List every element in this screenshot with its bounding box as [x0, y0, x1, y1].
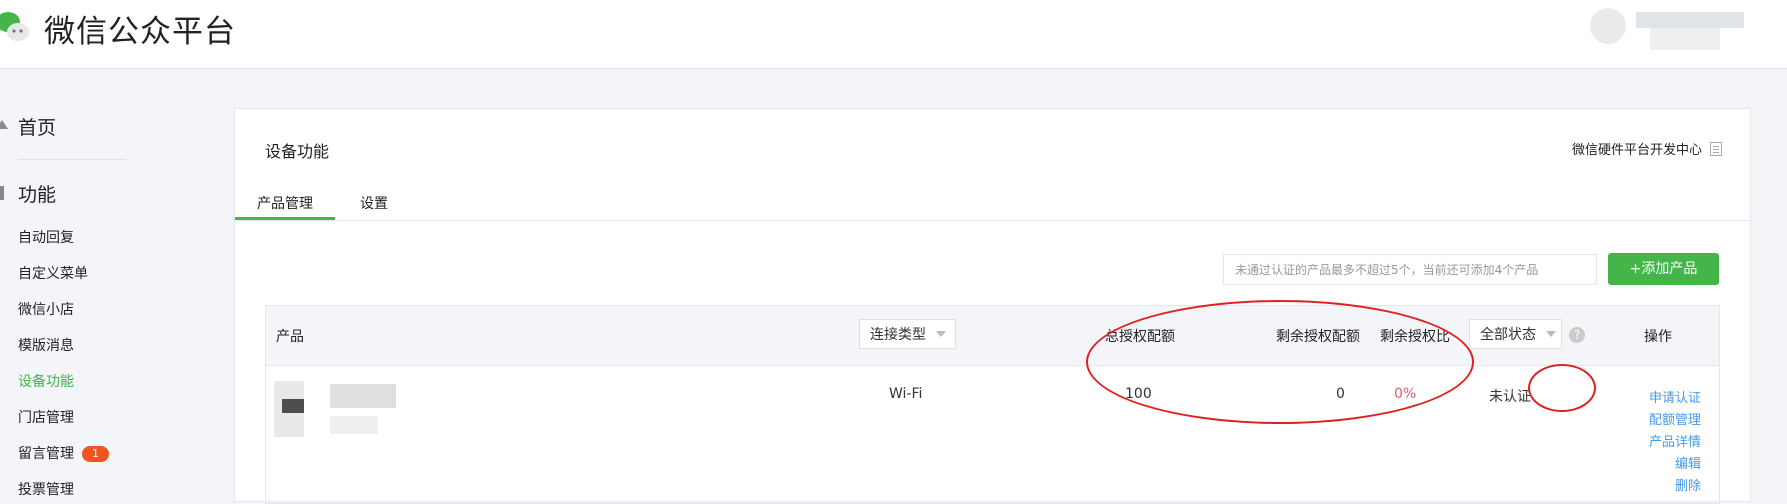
- sidebar-item-wechat-store[interactable]: 微信小店: [18, 299, 74, 319]
- status-filter-label: 全部状态: [1480, 327, 1536, 343]
- apply-certification-link[interactable]: 申请认证: [1649, 387, 1701, 406]
- main-panel: 设备功能 微信硬件平台开发中心 产品管理 设置 未通过认证的产品最多不超过5个，…: [234, 108, 1751, 504]
- account-name[interactable]: [1636, 12, 1744, 28]
- account-name: [1650, 28, 1720, 50]
- connect-type-label: 连接类型: [870, 327, 926, 343]
- sidebar-item-custom-menu[interactable]: 自定义菜单: [18, 263, 88, 283]
- product-table: 产品 连接类型 总授权配额 剩余授权配额 剩余授权比 全部状态 ? 操作 Wi-…: [265, 305, 1720, 504]
- nav-section-function: 功能: [18, 184, 57, 206]
- tab-settings[interactable]: 设置: [335, 173, 413, 220]
- document-icon: [1710, 142, 1722, 156]
- product-name: [330, 416, 378, 434]
- add-product-button[interactable]: +添加产品: [1608, 253, 1719, 285]
- connect-type-select[interactable]: 连接类型: [859, 319, 956, 349]
- cell-connect-type: Wi-Fi: [889, 386, 923, 402]
- dev-center-label: 微信硬件平台开发中心: [1571, 143, 1702, 158]
- function-icon: [0, 186, 4, 200]
- edit-link[interactable]: 编辑: [1675, 453, 1701, 472]
- unread-badge: 1: [82, 446, 109, 462]
- sidebar-item-store-management[interactable]: 门店管理: [18, 407, 74, 427]
- product-limit-hint: 未通过认证的产品最多不超过5个，当前还可添加4个产品: [1223, 254, 1597, 285]
- annotation-ellipse-status: [1528, 364, 1596, 412]
- avatar[interactable]: [1590, 8, 1626, 44]
- sidebar-item-auto-reply[interactable]: 自动回复: [18, 227, 74, 247]
- help-icon[interactable]: ?: [1569, 327, 1585, 343]
- annotation-ellipse-quota: [1086, 300, 1474, 424]
- page-title: 设备功能: [265, 142, 330, 161]
- product-image: [282, 399, 304, 413]
- dev-center-link[interactable]: 微信硬件平台开发中心: [1572, 139, 1722, 158]
- status-filter-select[interactable]: 全部状态: [1469, 319, 1562, 349]
- quota-management-link[interactable]: 配额管理: [1649, 409, 1701, 428]
- app-title[interactable]: 微信公众平台: [44, 6, 236, 51]
- delete-link[interactable]: 删除: [1675, 475, 1701, 494]
- nav-home-label: 首页: [18, 117, 57, 139]
- divider: [18, 159, 126, 160]
- top-bar: 微信公众平台: [0, 0, 1787, 69]
- sidebar-item-label: 留言管理: [18, 446, 74, 462]
- header-product: 产品: [276, 329, 304, 345]
- header-ops: 操作: [1644, 329, 1672, 345]
- product-details-link[interactable]: 产品详情: [1649, 431, 1701, 450]
- sidebar-item-message-management[interactable]: 留言管理 1: [18, 443, 109, 463]
- table-header: 产品 连接类型 总授权配额 剩余授权配额 剩余授权比 全部状态 ? 操作: [266, 306, 1719, 366]
- sidebar-item-device-function[interactable]: 设备功能: [18, 371, 74, 391]
- sidebar-item-vote-management[interactable]: 投票管理: [18, 479, 74, 499]
- sidebar-item-template-message[interactable]: 模版消息: [18, 335, 74, 355]
- home-arrow-icon: [0, 120, 8, 129]
- tab-bar: 产品管理 设置: [235, 173, 1750, 221]
- tab-product-management[interactable]: 产品管理: [235, 173, 335, 220]
- wechat-logo-icon[interactable]: [0, 8, 36, 48]
- chevron-down-icon: [936, 331, 946, 337]
- product-name: [330, 384, 396, 408]
- chevron-down-icon: [1546, 331, 1556, 337]
- status-badge: 未认证: [1489, 389, 1531, 405]
